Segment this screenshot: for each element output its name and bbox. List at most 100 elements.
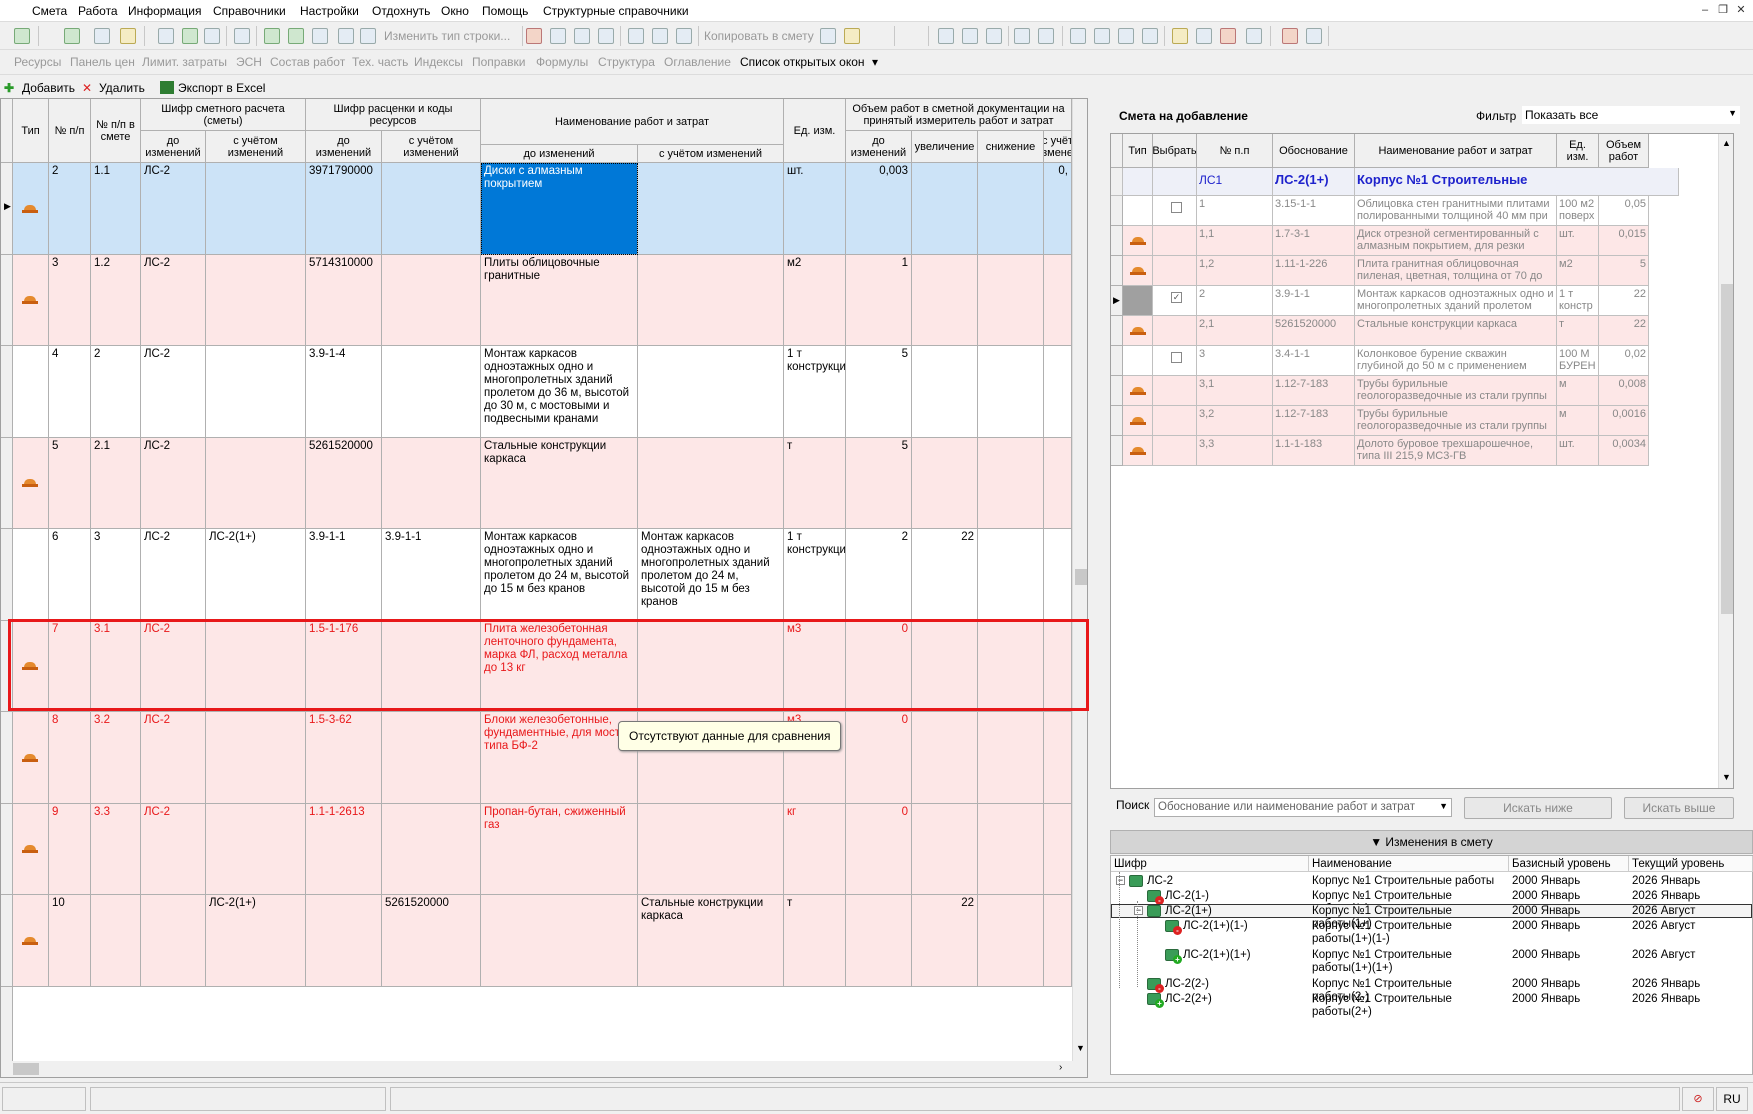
cell-code2[interactable] <box>206 163 306 255</box>
col-base[interactable]: Базисный уровень <box>1509 856 1629 872</box>
list-item[interactable]: 1 3.15-1-1 Облицовка стен гранитными плита… <box>1111 196 1649 226</box>
cell-inc[interactable] <box>912 254 978 346</box>
col-rate-after[interactable]: с учётом изменений <box>382 131 481 163</box>
rcell-type[interactable] <box>1123 346 1153 376</box>
tree-row[interactable]: − ЛС-2(1+) Корпус №1 Строительные работы(1… <box>1111 904 1752 930</box>
cell-name2[interactable]: Монтаж каркасов одноэтажных одно и много… <box>638 529 784 621</box>
tab-indexes[interactable]: Индексы <box>414 55 463 69</box>
table-row[interactable]: ▶ 2 1.1 ЛС-2 3971790000 Диски с алмазным покр… <box>1 163 1072 255</box>
cell-rate[interactable]: 3.9-1-4 <box>306 346 382 438</box>
rcell-basis[interactable]: 1.7-3-1 <box>1273 226 1355 256</box>
col-group-estimate-code[interactable]: Шифр сметного расчета (сметы) <box>141 99 306 131</box>
rcell-num[interactable]: 1,2 <box>1197 256 1273 286</box>
rcell-num[interactable]: 3,1 <box>1197 376 1273 406</box>
tree-row[interactable]: - ЛС-2(1+)(1-) Корпус №1 Строительные рабо… <box>1111 919 1752 947</box>
group-cell-sel[interactable] <box>1111 168 1123 196</box>
cell-name[interactable]: Плиты облицовочные гранитные <box>481 254 638 346</box>
cell-sub[interactable]: 3.3 <box>91 803 141 895</box>
cell-type[interactable] <box>13 163 49 255</box>
rcol-check[interactable]: Выбрать <box>1153 134 1197 168</box>
cell-sub[interactable]: 1.1 <box>91 163 141 255</box>
cell-code[interactable]: ЛС-2 <box>141 437 206 529</box>
col-code-before[interactable]: до изменений <box>141 131 206 163</box>
cell-code[interactable]: ЛС-2 <box>141 712 206 804</box>
cell-rate[interactable] <box>306 895 382 987</box>
cell-sub[interactable]: 2.1 <box>91 437 141 529</box>
cell-name2[interactable] <box>638 254 784 346</box>
rcell-vol[interactable]: 5 <box>1599 256 1649 286</box>
row-selector[interactable] <box>1111 226 1123 256</box>
table-row[interactable]: 10 ЛС-2(1+) 5261520000 Стальные конструкции… <box>1 895 1072 987</box>
rcol-vol[interactable]: Объем работ <box>1599 134 1649 168</box>
tree-row[interactable]: − ЛС-2 Корпус №1 Строительные работы 2000 Я… <box>1111 874 1752 888</box>
scroll-right-icon[interactable]: › <box>1059 1062 1062 1073</box>
tab-structure[interactable]: Структура <box>598 55 655 69</box>
rcell-name[interactable]: Диск отрезной сегментированный с алмазны… <box>1355 226 1557 256</box>
cell-code2[interactable] <box>206 254 306 346</box>
cell-sub[interactable] <box>91 895 141 987</box>
book-icon[interactable] <box>938 28 954 44</box>
sort-icon[interactable] <box>1014 28 1030 44</box>
cell-code2[interactable] <box>206 803 306 895</box>
machine-icon[interactable] <box>1196 28 1212 44</box>
scroll-up-icon[interactable]: ▲ <box>1722 138 1731 148</box>
col-group-name[interactable]: Наименование работ и затрат <box>481 99 784 145</box>
row-selector[interactable] <box>1111 346 1123 376</box>
tab-limits[interactable]: Лимит. затраты <box>142 55 227 69</box>
group-row[interactable]: ЛС1 ЛС-2(1+) Корпус №1 Строительные <box>1111 168 1679 196</box>
cell-code[interactable]: ЛС-2 <box>141 346 206 438</box>
cell-sub[interactable]: 3 <box>91 529 141 621</box>
cell-code2[interactable]: ЛС-2(1+) <box>206 895 306 987</box>
pdf-icon[interactable] <box>962 28 978 44</box>
select-checkbox[interactable]: ✓ <box>1171 292 1182 303</box>
stack-icon[interactable] <box>1306 28 1322 44</box>
rcell-name[interactable]: Колонковое бурение скважин глубиной до 5… <box>1355 346 1557 376</box>
cell-dec[interactable] <box>978 437 1044 529</box>
rcol-name[interactable]: Наименование работ и затрат <box>1355 134 1557 168</box>
cell-name[interactable]: Пропан-бутан, сжиженный газ <box>481 803 638 895</box>
books-icon[interactable] <box>1282 28 1298 44</box>
list-item[interactable]: ▶ ✓ 2 3.9-1-1 Монтаж каркасов одноэтажных од… <box>1111 286 1649 316</box>
row-selector[interactable] <box>1 895 13 987</box>
col-name-before[interactable]: до изменений <box>481 145 638 163</box>
cell-dec[interactable] <box>978 895 1044 987</box>
save-icon[interactable] <box>158 28 174 44</box>
minimize-icon[interactable]: – <box>1697 3 1713 17</box>
report-icon[interactable] <box>986 28 1002 44</box>
group-cell-num[interactable]: ЛС1 <box>1197 168 1273 196</box>
list-item[interactable]: 1,1 1.7-3-1 Диск отрезной сегментированный… <box>1111 226 1649 256</box>
rcell-basis[interactable]: 3.15-1-1 <box>1273 196 1355 226</box>
comment-icon[interactable] <box>312 28 328 44</box>
scroll-down-icon[interactable]: ▼ <box>1076 1043 1085 1053</box>
cell-rate2[interactable] <box>382 346 481 438</box>
select-checkbox[interactable] <box>1171 352 1182 363</box>
col-volume-after[interactable]: с учёт изменен <box>1044 131 1072 163</box>
menu-rest[interactable]: Отдохнуть <box>372 4 430 18</box>
rcell-check[interactable]: ✓ <box>1153 286 1197 316</box>
add-child-icon[interactable] <box>288 28 304 44</box>
cell-name[interactable]: Блоки железобетонные, фундаментные, для … <box>481 712 638 804</box>
rcell-unit[interactable]: м <box>1557 376 1599 406</box>
cell-rate2[interactable]: 3.9-1-1 <box>382 529 481 621</box>
cell-rate[interactable]: 3971790000 <box>306 163 382 255</box>
vertical-scrollbar[interactable]: ▼ <box>1072 99 1087 1061</box>
outdent-icon[interactable] <box>1094 28 1110 44</box>
rcell-name[interactable]: Трубы бурильные геологоразведочные из ст… <box>1355 376 1557 406</box>
cell-name2[interactable] <box>638 437 784 529</box>
clipboard-icon[interactable] <box>820 28 836 44</box>
cell-rate[interactable]: 3.9-1-1 <box>306 529 382 621</box>
export-excel-button[interactable]: Экспорт в Excel <box>178 81 265 95</box>
col-group-rate-code[interactable]: Шифр расценки и коды ресурсов <box>306 99 481 131</box>
cell-code2[interactable] <box>206 346 306 438</box>
cell-before[interactable]: 0 <box>846 712 912 804</box>
list-item[interactable]: 3,1 1.12-7-183 Трубы бурильные геологоразв… <box>1111 376 1649 406</box>
refresh-icon[interactable] <box>182 28 198 44</box>
hammer-icon[interactable] <box>1172 28 1188 44</box>
rcell-vol[interactable]: 0,008 <box>1599 376 1649 406</box>
cell-num[interactable]: 3 <box>49 254 91 346</box>
table-row[interactable]: 5 2.1 ЛС-2 5261520000 Стальные конструкции к… <box>1 437 1072 529</box>
rcell-basis[interactable]: 3.4-1-1 <box>1273 346 1355 376</box>
rcol-basis[interactable]: Обоснование <box>1273 134 1355 168</box>
cell-inc[interactable] <box>912 803 978 895</box>
row-selector[interactable] <box>1111 256 1123 286</box>
